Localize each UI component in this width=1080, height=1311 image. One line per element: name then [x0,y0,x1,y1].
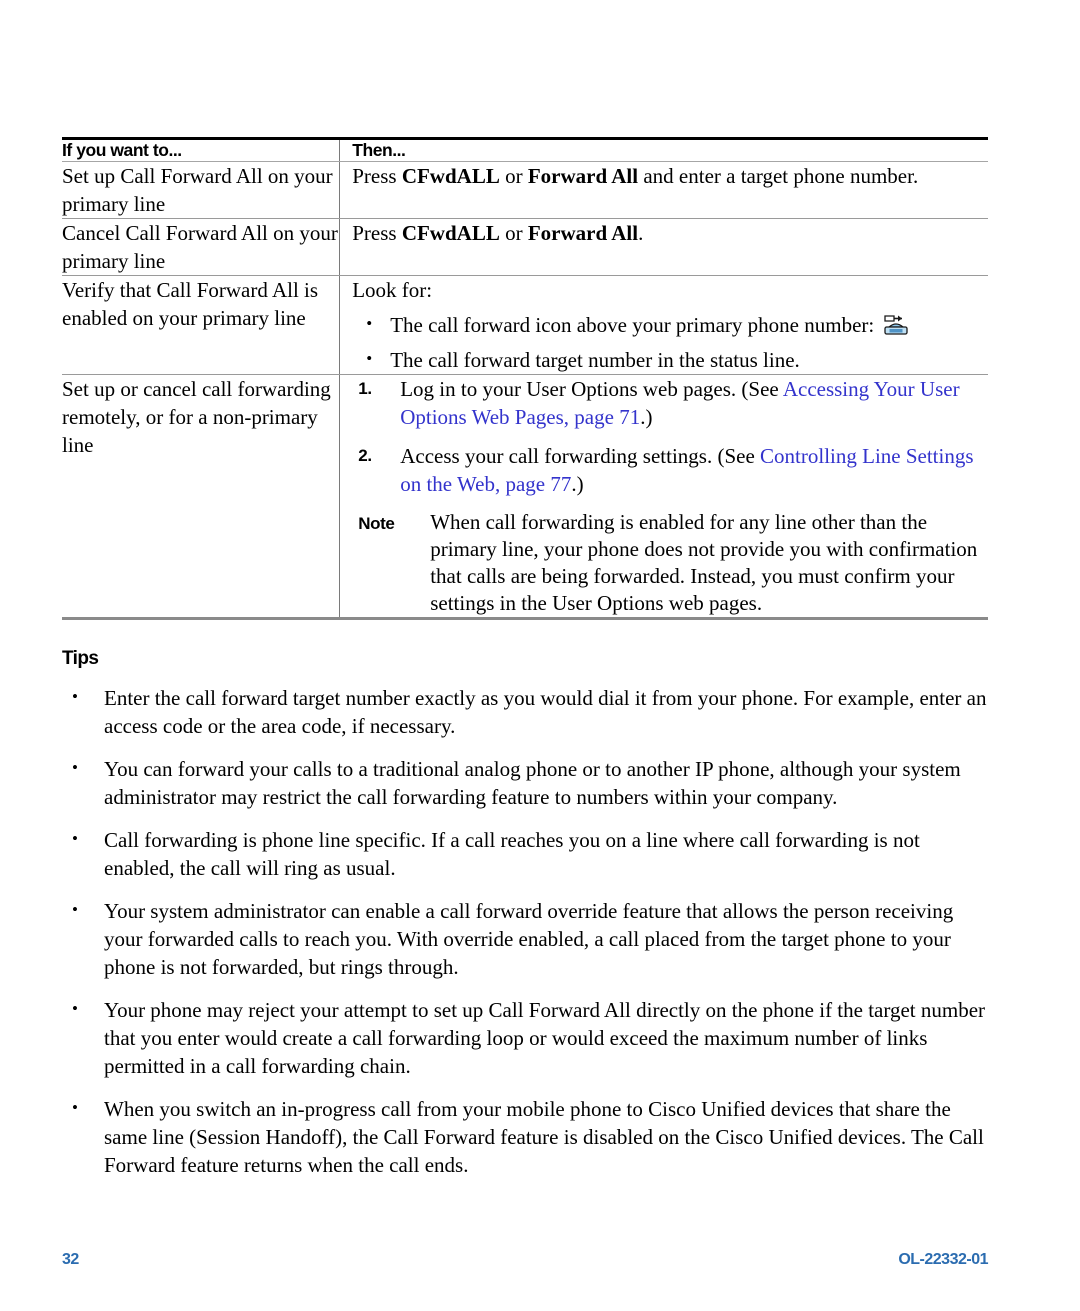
list-item: • When you switch an in-progress call fro… [62,1095,992,1179]
table-header-if-you-want-to: If you want to... [62,138,340,162]
action-text: Press CFwdALL or Forward All and enter a… [352,162,988,190]
table-row: Set up Call Forward All on your primary … [62,161,988,219]
task-cell: Cancel Call Forward All on your primary … [62,218,340,276]
list-item: • The call forward icon above your primar… [352,311,988,339]
tips-heading: Tips [62,648,99,669]
tips-list: • Enter the call forward target number ex… [62,684,992,1194]
bullet-glyph: • [72,687,78,706]
action-cell: Look for: • The call forward icon above y… [339,275,988,375]
list-item-label: Call forwarding is phone line specific. … [104,828,920,880]
softkey-forward-all: Forward All [527,164,639,188]
list-item-label: The call forward target number in the st… [390,348,800,372]
action-mid: or [499,164,528,188]
page-number: 32 [62,1251,79,1268]
step-text-after: .) [571,472,584,496]
bullet-glyph: • [72,1098,78,1117]
softkey-cfwdall: CFwdALL [401,221,500,245]
action-cell: 1. Log in to your User Options web pages.… [339,374,988,620]
table-row: Verify that Call Forward All is enabled … [62,275,988,375]
action-suffix: and enter a target phone number. [638,164,919,188]
softkey-cfwdall: CFwdALL [401,164,500,188]
table-header-row: If you want to... Then... [62,138,988,162]
action-text: Press CFwdALL or Forward All. [352,219,988,247]
bullet-glyph: • [72,900,78,919]
step-text-before: Log in to your User Options web pages. (… [400,377,783,401]
bullet-glyph: • [72,758,78,777]
step-text-after: .) [640,405,653,429]
bullet-glyph: • [72,829,78,848]
bullet-glyph: • [72,999,78,1018]
list-item: • Your system administrator can enable a … [62,897,992,981]
list-item-label: Your system administrator can enable a c… [104,899,954,979]
step-text-before: Access your call forwarding settings. (S… [400,444,761,468]
verify-bullet-list: • The call forward icon above your primar… [352,311,988,374]
list-item: • Call forwarding is phone line specific.… [62,826,992,882]
list-item-label: Your phone may reject your attempt to se… [104,998,986,1078]
call-forward-table: If you want to... Then... Set up Call Fo… [62,137,988,620]
action-cell: Press CFwdALL or Forward All. [339,218,988,276]
document-page: If you want to... Then... Set up Call Fo… [0,0,1080,1311]
list-item-label: The call forward icon above your primary… [390,313,875,337]
action-mid: or [499,221,528,245]
step-item: 1. Log in to your User Options web pages.… [352,375,988,431]
list-item: • Enter the call forward target number ex… [62,684,992,740]
remote-forwarding-steps: 1. Log in to your User Options web pages.… [352,375,988,498]
task-cell: Set up Call Forward All on your primary … [62,161,340,219]
task-cell: Set up or cancel call forwarding remotel… [62,374,340,620]
step-number: 1. [358,379,372,398]
list-item: • The call forward target number in the s… [352,346,988,374]
task-cell: Verify that Call Forward All is enabled … [62,275,340,375]
table-row: Cancel Call Forward All on your primary … [62,218,988,276]
table-row: Set up or cancel call forwarding remotel… [62,374,988,620]
list-item-label: Enter the call forward target number exa… [104,686,987,738]
list-item: • You can forward your calls to a traditi… [62,755,992,811]
note-block: Note When call forwarding is enabled for … [352,509,988,617]
note-text: When call forwarding is enabled for any … [430,510,978,615]
call-forward-phone-icon [881,313,911,339]
action-prefix: Press [352,164,402,188]
list-item-label: When you switch an in-progress call from… [104,1097,984,1177]
softkey-forward-all: Forward All [527,221,639,245]
note-label: Note [358,514,395,533]
list-item-label: You can forward your calls to a traditio… [104,757,961,809]
action-prefix: Press [352,221,402,245]
action-cell: Press CFwdALL or Forward All and enter a… [339,161,988,219]
action-suffix: . [638,221,644,245]
step-item: 2. Access your call forwarding settings. … [352,442,988,498]
document-id: OL-22332-01 [898,1251,988,1268]
step-number: 2. [358,446,372,465]
look-for-lead: Look for: [352,278,433,302]
bullet-glyph: • [366,314,373,333]
table-header-then: Then... [339,138,988,162]
bullet-glyph: • [366,349,373,368]
list-item: • Your phone may reject your attempt to s… [62,996,992,1080]
page-footer: 32 OL-22332-01 [62,1251,988,1269]
